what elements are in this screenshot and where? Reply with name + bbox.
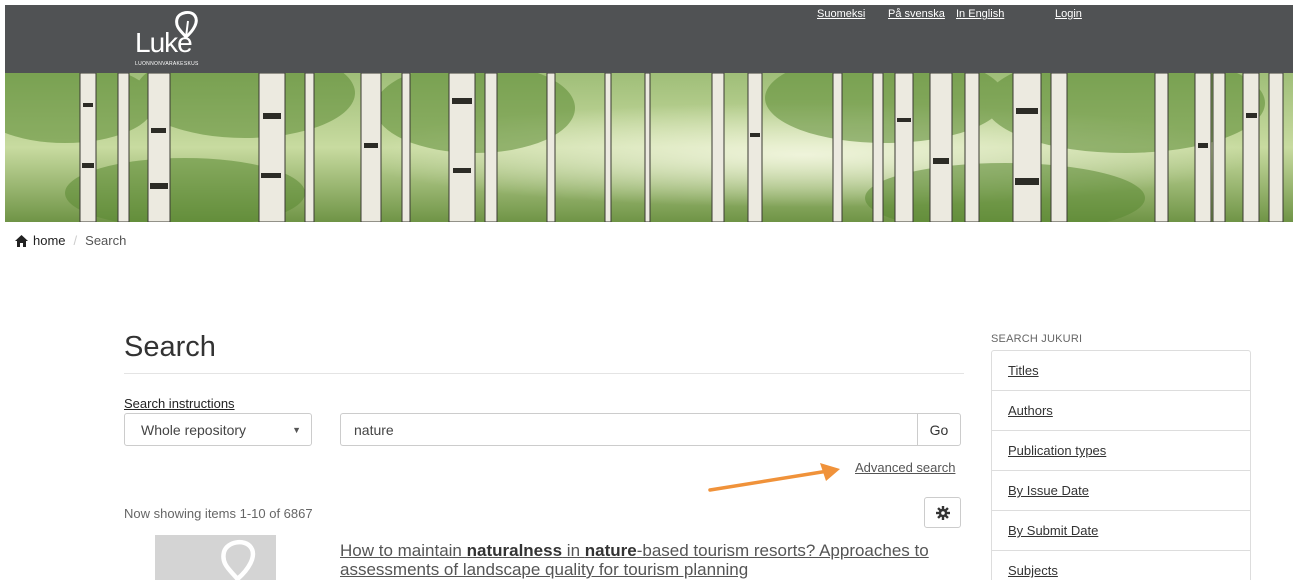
link-login[interactable]: Login [1055,8,1082,20]
title-divider [124,373,964,374]
sidebar-browse-list: Titles Authors Publication types By Issu… [991,350,1251,580]
scope-select[interactable]: Whole repository ▼ [124,413,312,446]
link-in-english[interactable]: In English [956,8,1004,20]
logo-subtitle: LUONNONVARAKESKUS [135,61,199,67]
sidebar-item-publication-types[interactable]: Publication types [992,431,1250,471]
breadcrumb-current: Search [85,233,127,248]
results-count: Now showing items 1-10 of 6867 [124,506,313,521]
page-title: Search [124,331,216,363]
home-icon[interactable] [15,234,28,247]
sidebar-heading: SEARCH JUKURI [991,333,1083,345]
sidebar-item-titles[interactable]: Titles [992,351,1250,391]
result-title-part: in [562,541,585,560]
result-thumbnail[interactable] [155,535,276,580]
go-button[interactable]: Go [917,413,961,446]
scope-select-value: Whole repository [141,422,247,438]
link-pa-svenska[interactable]: På svenska [888,8,945,20]
sidebar-item-authors[interactable]: Authors [992,391,1250,431]
result-title-part: How to maintain [340,541,467,560]
caret-down-icon: ▼ [292,425,301,435]
breadcrumb-home-link[interactable]: home [33,233,66,248]
result-title-highlight: nature [584,541,637,560]
sidebar-item-by-issue-date[interactable]: By Issue Date [992,471,1250,511]
advanced-search-link[interactable]: Advanced search [855,460,955,475]
breadcrumb: home / Search [15,233,126,248]
top-header-bar: Luke LUONNONVARAKESKUS Suomeksi På svens… [5,5,1293,73]
gear-icon [935,505,950,520]
search-input[interactable]: nature [340,413,918,446]
sidebar-item-subjects[interactable]: Subjects [992,551,1250,580]
birch-forest-banner [5,73,1293,222]
search-instructions-link[interactable]: Search instructions [124,396,235,411]
banner-image [5,73,1293,222]
result-title-link[interactable]: How to maintain naturalness in nature-ba… [340,541,965,579]
leaf-icon [221,539,256,580]
luke-logo[interactable]: Luke LUONNONVARAKESKUS [131,7,211,69]
annotation-arrow [708,463,840,492]
leaf-icon [175,10,198,39]
result-title-highlight: naturalness [466,541,563,560]
sidebar-item-by-submit-date[interactable]: By Submit Date [992,511,1250,551]
sort-options-button[interactable] [924,497,961,528]
link-suomeksi[interactable]: Suomeksi [817,8,865,20]
breadcrumb-separator: / [73,233,78,248]
